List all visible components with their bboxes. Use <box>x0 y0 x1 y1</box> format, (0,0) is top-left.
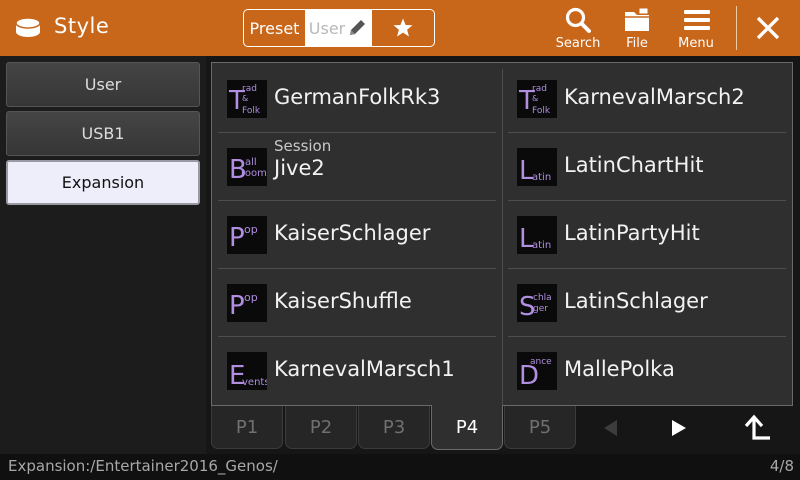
style-item[interactable]: Trad & Folk GermanFolkRk3 <box>212 65 502 133</box>
svg-text:atin: atin <box>532 172 551 183</box>
style-item[interactable]: Dance MallePolka <box>502 337 792 405</box>
style-name: Jive2 <box>274 156 325 180</box>
style-item[interactable]: Trad & Folk KarnevalMarsch2 <box>502 65 792 133</box>
tab-user[interactable]: User <box>306 10 372 46</box>
file-label: File <box>626 36 648 51</box>
pop-icon: Pop <box>227 284 267 322</box>
hamburger-menu-icon <box>684 10 710 30</box>
style-name: LatinSchlager <box>564 289 708 313</box>
location-usb1-button[interactable]: USB1 <box>6 111 200 156</box>
style-item[interactable]: Latin LatinChartHit <box>502 133 792 201</box>
style-name: LatinChartHit <box>564 153 704 177</box>
location-expansion-button[interactable]: Expansion <box>6 160 200 205</box>
ballroom-icon: Ball room <box>227 148 267 186</box>
dance-icon: Dance <box>517 352 557 390</box>
svg-text:&: & <box>242 94 248 103</box>
style-name: LatinPartyHit <box>564 221 700 245</box>
page-title: Style <box>54 14 110 38</box>
folder-icon <box>625 7 649 31</box>
style-name: KaiserShuffle <box>274 289 412 313</box>
style-list: Trad & Folk GermanFolkRk3 Ball room Session… <box>211 62 793 407</box>
header-divider <box>736 6 737 50</box>
tab-page-2[interactable]: P2 <box>285 406 357 449</box>
tab-page-3[interactable]: P3 <box>358 406 430 449</box>
style-name: KarnevalMarsch1 <box>274 357 455 381</box>
folder-up-arrow-icon <box>744 414 770 440</box>
style-item[interactable]: Events KarnevalMarsch1 <box>212 337 502 405</box>
source-tab-group: Preset User <box>243 9 435 47</box>
svg-text:rad: rad <box>532 84 547 94</box>
svg-text:P: P <box>229 223 245 253</box>
style-drum-icon <box>15 17 41 37</box>
svg-text:op: op <box>244 223 258 236</box>
svg-text:all: all <box>245 157 257 168</box>
tab-favorite[interactable] <box>372 10 434 46</box>
svg-text:op: op <box>244 291 258 304</box>
search-icon <box>565 7 591 33</box>
style-subtitle: Session <box>274 137 332 155</box>
next-page-button[interactable] <box>649 408 709 448</box>
triangle-left-icon <box>604 420 617 436</box>
style-name: GermanFolkRk3 <box>274 85 441 109</box>
search-label: Search <box>555 36 601 51</box>
svg-text:chla: chla <box>533 293 552 303</box>
style-item[interactable]: Pop KaiserSchlager <box>212 201 502 269</box>
trad-folk-icon: Trad & Folk <box>517 80 557 118</box>
svg-text:Folk: Folk <box>242 106 261 116</box>
schlager-icon: Schla ger <box>517 284 557 322</box>
latin-icon: Latin <box>517 148 557 186</box>
star-icon <box>393 18 413 37</box>
style-name: MallePolka <box>564 357 675 381</box>
style-item[interactable]: Ball room Session Jive2 <box>212 133 502 201</box>
tab-page-1[interactable]: P1 <box>211 406 283 449</box>
close-icon[interactable] <box>752 12 784 44</box>
svg-text:P: P <box>229 291 245 321</box>
svg-text:rad: rad <box>242 84 257 94</box>
style-item[interactable]: Pop KaiserShuffle <box>212 269 502 337</box>
trad-folk-icon: Trad & Folk <box>227 80 267 118</box>
file-button[interactable]: File <box>607 6 667 54</box>
page-indicator: 4/8 <box>769 457 794 475</box>
tab-page-4[interactable]: P4 <box>431 405 503 450</box>
tab-page-5[interactable]: P5 <box>504 406 576 449</box>
current-path: Expansion:/Entertainer2016_Genos/ <box>8 457 278 475</box>
status-bar: Expansion:/Entertainer2016_Genos/ 4/8 <box>0 454 800 480</box>
location-panel: User USB1 Expansion <box>0 56 206 454</box>
search-button[interactable]: Search <box>548 6 608 54</box>
menu-button[interactable]: Menu <box>666 6 726 54</box>
pop-icon: Pop <box>227 216 267 254</box>
svg-text:atin: atin <box>532 240 551 251</box>
svg-text:ger: ger <box>533 304 548 314</box>
svg-text:ance: ance <box>530 357 552 367</box>
style-item[interactable]: Schla ger LatinSchlager <box>502 269 792 337</box>
style-item[interactable]: Latin LatinPartyHit <box>502 201 792 269</box>
svg-text:Folk: Folk <box>532 106 551 116</box>
style-name: KarnevalMarsch2 <box>564 85 745 109</box>
pencil-icon <box>350 20 366 35</box>
svg-text:room: room <box>241 168 267 179</box>
latin-icon: Latin <box>517 216 557 254</box>
events-icon: Events <box>227 352 267 390</box>
folder-up-button[interactable] <box>727 408 787 448</box>
tab-user-label: User <box>308 18 346 38</box>
location-user-button[interactable]: User <box>6 62 200 107</box>
menu-label: Menu <box>678 36 714 51</box>
triangle-right-icon <box>672 420 686 436</box>
svg-text:&: & <box>532 94 538 103</box>
prev-page-button[interactable] <box>580 408 640 448</box>
svg-text:vents: vents <box>242 377 267 388</box>
tab-preset[interactable]: Preset <box>244 10 306 46</box>
header-bar: Style Preset User Search File Menu <box>0 0 800 56</box>
style-name: KaiserSchlager <box>274 221 431 245</box>
